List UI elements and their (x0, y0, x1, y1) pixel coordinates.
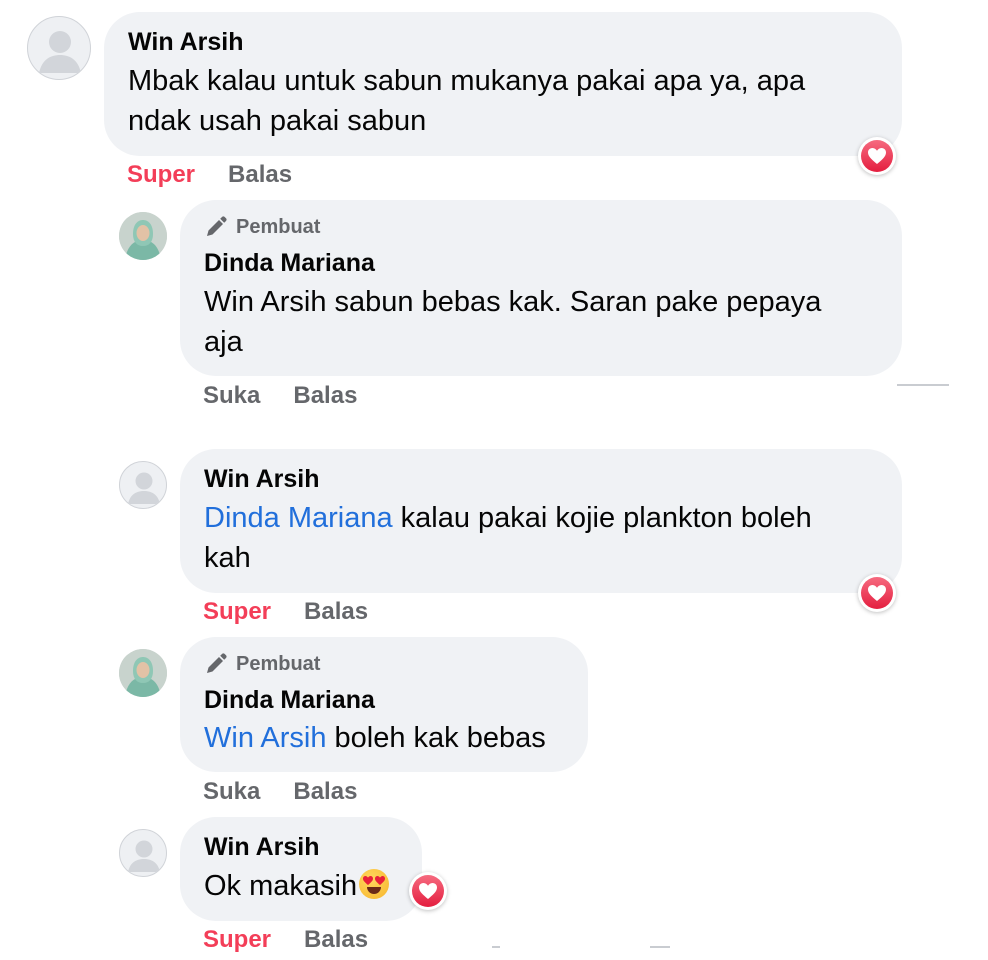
reply-author[interactable]: Dinda Mariana (204, 249, 375, 278)
reply-actions: Suka Balas (203, 778, 357, 806)
pencil-icon (207, 653, 227, 673)
reply-author[interactable]: Win Arsih (204, 465, 320, 494)
reply-text-body: boleh kak bebas (326, 722, 546, 754)
author-badge: Pembuat (204, 652, 320, 676)
super-reaction-button[interactable]: Super (203, 598, 271, 626)
like-button[interactable]: Suka (203, 778, 260, 806)
reply-button[interactable]: Balas (304, 598, 368, 626)
artifact-mark (650, 946, 670, 948)
love-reaction-icon[interactable] (858, 137, 896, 175)
reply-actions: Suka Balas (203, 382, 357, 410)
reply-button[interactable]: Balas (293, 382, 357, 410)
reply-button[interactable]: Balas (304, 926, 368, 954)
reply-text-body: Ok makasih (204, 870, 358, 902)
profile-photo-avatar[interactable] (119, 649, 167, 697)
default-avatar-icon (128, 840, 160, 872)
author-badge-label: Pembuat (236, 215, 321, 238)
love-reaction-icon[interactable] (409, 872, 447, 910)
like-button[interactable]: Suka (203, 382, 260, 410)
mention-link[interactable]: Win Arsih (204, 722, 326, 754)
reply-text: Win Arsih boleh kak bebas (204, 718, 584, 758)
pencil-icon (207, 216, 227, 236)
reply-button[interactable]: Balas (228, 161, 292, 189)
avatar[interactable] (119, 461, 167, 509)
reply-button[interactable]: Balas (293, 778, 357, 806)
reply-actions: Super Balas (203, 926, 368, 954)
avatar[interactable] (119, 829, 167, 877)
default-avatar-icon (39, 31, 81, 73)
author-badge: Pembuat (204, 215, 320, 239)
author-badge-label: Pembuat (236, 652, 321, 675)
love-reaction-icon[interactable] (858, 574, 896, 612)
reply-actions: Super Balas (203, 598, 368, 626)
reply-text: Win Arsih sabun bebas kak. Saran pake pe… (204, 286, 822, 358)
super-reaction-button[interactable]: Super (203, 926, 271, 954)
artifact-mark (897, 384, 949, 386)
reply-author[interactable]: Win Arsih (204, 833, 320, 862)
comment-text: Mbak kalau untuk sabun mukanya pakai apa… (128, 65, 806, 137)
reply-author[interactable]: Dinda Mariana (204, 686, 375, 715)
artifact-mark (492, 946, 500, 948)
reply-text: Ok makasih (204, 866, 419, 906)
avatar[interactable] (27, 16, 91, 80)
comment-author[interactable]: Win Arsih (128, 28, 244, 57)
comment-actions: Super Balas (127, 161, 292, 189)
heart-eyes-emoji-icon (359, 869, 390, 899)
default-avatar-icon (128, 472, 160, 504)
super-reaction-button[interactable]: Super (127, 161, 195, 189)
profile-photo-avatar[interactable] (119, 212, 167, 260)
mention-link[interactable]: Dinda Mariana (204, 502, 393, 534)
reply-text: Dinda Mariana kalau pakai kojie plankton… (204, 498, 864, 578)
